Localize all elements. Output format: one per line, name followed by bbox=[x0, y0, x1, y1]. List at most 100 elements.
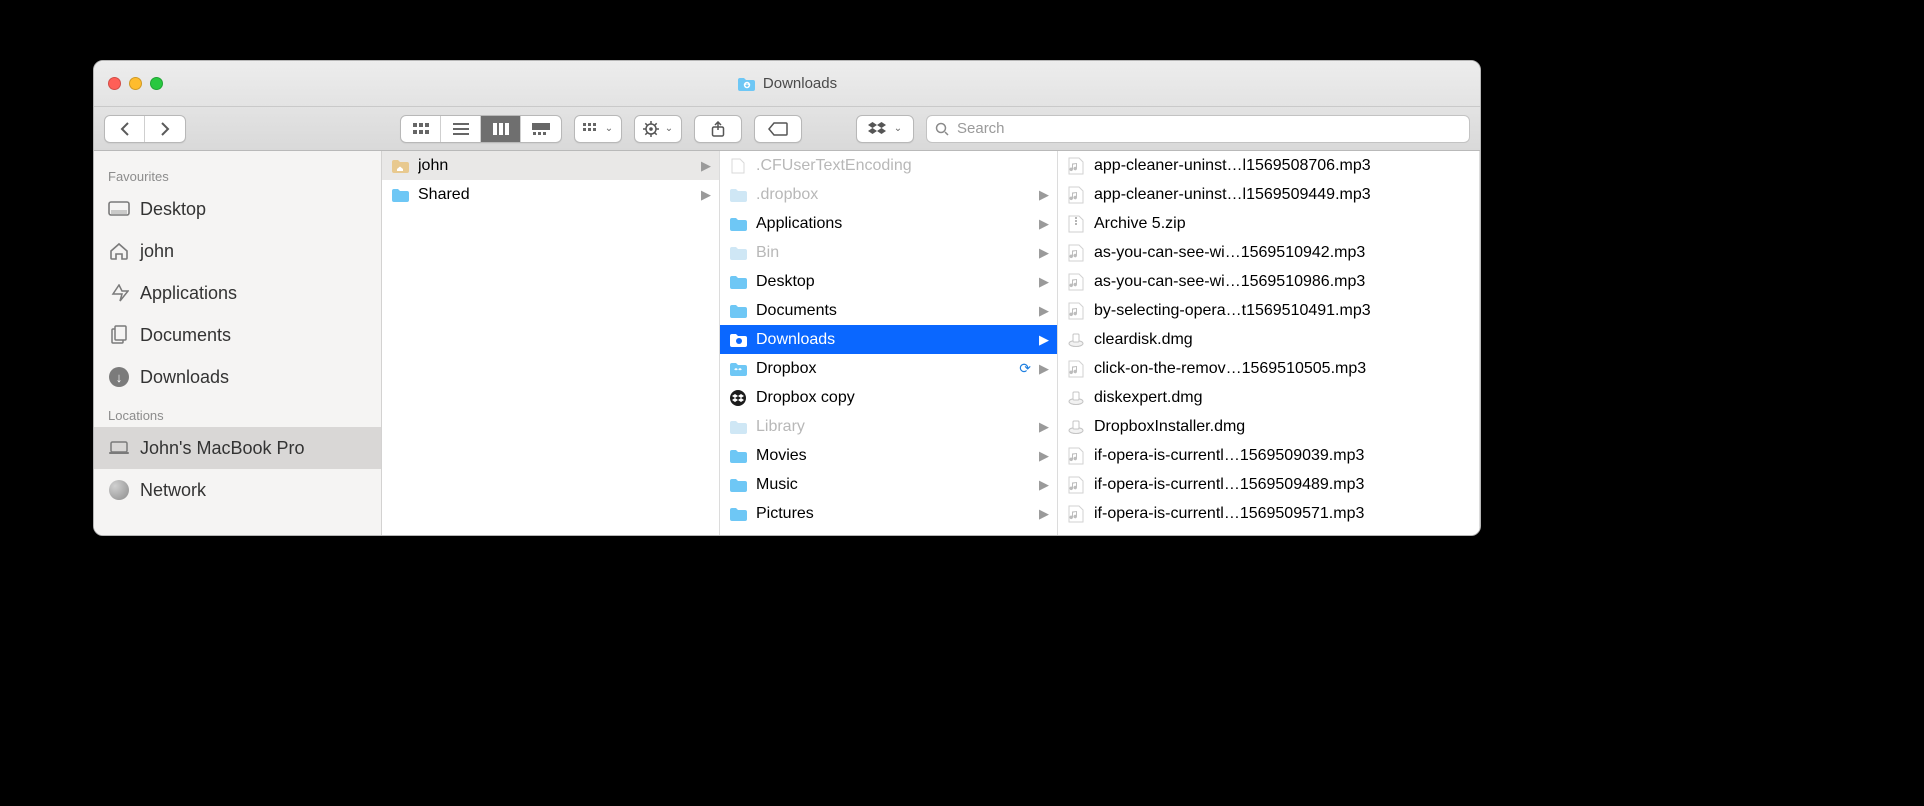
file-dim-icon bbox=[728, 158, 748, 174]
back-button[interactable] bbox=[105, 116, 145, 142]
list-item[interactable]: Archive 5.zip bbox=[1058, 209, 1479, 238]
row-label: Documents bbox=[756, 302, 1031, 320]
list-item[interactable]: DropboxInstaller.dmg bbox=[1058, 412, 1479, 441]
chevron-right-icon: ▶ bbox=[1039, 332, 1049, 348]
view-mode-buttons bbox=[400, 115, 562, 143]
sync-icon: ⟳ bbox=[1019, 360, 1031, 377]
folder-icon bbox=[390, 188, 410, 202]
row-label: app-cleaner-uninst…l1569508706.mp3 bbox=[1094, 157, 1471, 175]
list-item[interactable]: if-opera-is-currentl…1569509039.mp3 bbox=[1058, 441, 1479, 470]
laptop-icon bbox=[108, 441, 130, 455]
sidebar-item-john[interactable]: john bbox=[94, 230, 381, 272]
sidebar-item-macbook[interactable]: John's MacBook Pro bbox=[94, 427, 381, 469]
list-item[interactable]: Documents▶ bbox=[720, 296, 1057, 325]
list-item[interactable]: app-cleaner-uninst…l1569509449.mp3 bbox=[1058, 180, 1479, 209]
list-item[interactable]: if-opera-is-currentl…1569509489.mp3 bbox=[1058, 470, 1479, 499]
list-item[interactable]: Applications ▶ bbox=[720, 209, 1057, 238]
applications-icon bbox=[108, 284, 130, 302]
column-0: john ▶ Shared ▶ bbox=[382, 151, 720, 535]
chevron-right-icon: ▶ bbox=[701, 158, 711, 174]
network-icon bbox=[108, 480, 130, 500]
dropbox-icon bbox=[868, 122, 886, 136]
tags-button[interactable] bbox=[754, 115, 802, 143]
search-input[interactable] bbox=[957, 120, 1461, 137]
row-label: if-opera-is-currentl…1569509489.mp3 bbox=[1094, 476, 1471, 494]
titlebar: Downloads bbox=[94, 61, 1480, 107]
view-list-button[interactable] bbox=[441, 116, 481, 142]
row-shared[interactable]: Shared ▶ bbox=[382, 180, 719, 209]
row-label: Downloads bbox=[756, 331, 1031, 349]
list-item[interactable]: if-opera-is-currentl…1569509571.mp3 bbox=[1058, 499, 1479, 528]
zip-icon bbox=[1066, 215, 1086, 233]
row-label: Movies bbox=[756, 447, 1031, 465]
share-button[interactable] bbox=[694, 115, 742, 143]
sidebar-item-downloads[interactable]: ↓ Downloads bbox=[94, 356, 381, 398]
view-column-button[interactable] bbox=[481, 116, 521, 142]
list-item[interactable]: Library▶ bbox=[720, 412, 1057, 441]
chevron-right-icon: ▶ bbox=[1039, 477, 1049, 493]
list-item[interactable]: app-cleaner-uninst…l1569508706.mp3 bbox=[1058, 151, 1479, 180]
row-label: DropboxInstaller.dmg bbox=[1094, 418, 1471, 436]
view-gallery-button[interactable] bbox=[521, 116, 561, 142]
chevron-right-icon: ▶ bbox=[1039, 419, 1049, 435]
row-john[interactable]: john ▶ bbox=[382, 151, 719, 180]
list-item[interactable]: Pictures▶ bbox=[720, 499, 1057, 528]
sidebar-item-label: John's MacBook Pro bbox=[140, 438, 305, 459]
folder-dim-icon bbox=[728, 420, 748, 434]
minimize-button[interactable] bbox=[129, 77, 142, 90]
chevron-right-icon: ▶ bbox=[1039, 274, 1049, 290]
sidebar-item-label: Network bbox=[140, 480, 206, 501]
chevron-down-icon: ⌄ bbox=[665, 123, 673, 134]
home-icon bbox=[108, 242, 130, 260]
sidebar-header-locations: Locations bbox=[94, 398, 381, 427]
row-label: Applications bbox=[756, 215, 1031, 233]
row-label: Dropbox copy bbox=[756, 389, 1049, 407]
dmg-icon bbox=[1066, 390, 1086, 406]
traffic-lights bbox=[108, 77, 163, 90]
downloads-icon: ↓ bbox=[108, 367, 130, 387]
list-item[interactable]: as-you-can-see-wi…1569510942.mp3 bbox=[1058, 238, 1479, 267]
folder-dim-icon bbox=[728, 188, 748, 202]
sidebar-item-documents[interactable]: Documents bbox=[94, 314, 381, 356]
list-item[interactable]: click-on-the-remov…1569510505.mp3 bbox=[1058, 354, 1479, 383]
list-item[interactable]: Movies▶ bbox=[720, 441, 1057, 470]
folder-dim-icon bbox=[728, 246, 748, 260]
sidebar: Favourites Desktop john Applications bbox=[94, 151, 382, 535]
audio-icon bbox=[1066, 302, 1086, 320]
list-item[interactable]: .CFUserTextEncoding bbox=[720, 151, 1057, 180]
list-item[interactable]: Bin▶ bbox=[720, 238, 1057, 267]
sidebar-item-desktop[interactable]: Desktop bbox=[94, 188, 381, 230]
list-item[interactable]: diskexpert.dmg bbox=[1058, 383, 1479, 412]
chevron-down-icon: ⌄ bbox=[605, 123, 613, 134]
row-label: Desktop bbox=[756, 273, 1031, 291]
search-field[interactable] bbox=[926, 115, 1470, 143]
dropbox-toolbar-button[interactable]: ⌄ bbox=[856, 115, 914, 143]
sidebar-item-network[interactable]: Network bbox=[94, 469, 381, 511]
zoom-button[interactable] bbox=[150, 77, 163, 90]
row-label: .dropbox bbox=[756, 186, 1031, 204]
sidebar-item-applications[interactable]: Applications bbox=[94, 272, 381, 314]
list-item[interactable]: .dropbox▶ bbox=[720, 180, 1057, 209]
close-button[interactable] bbox=[108, 77, 121, 90]
list-item[interactable]: Dropbox copy bbox=[720, 383, 1057, 412]
row-label: diskexpert.dmg bbox=[1094, 389, 1471, 407]
audio-icon bbox=[1066, 505, 1086, 523]
list-item[interactable]: Music▶ bbox=[720, 470, 1057, 499]
audio-icon bbox=[1066, 476, 1086, 494]
action-button[interactable]: ⌄ bbox=[634, 115, 682, 143]
list-item[interactable]: Dropbox⟳▶ bbox=[720, 354, 1057, 383]
view-icon-button[interactable] bbox=[401, 116, 441, 142]
sidebar-header-favourites: Favourites bbox=[94, 159, 381, 188]
window-title-text: Downloads bbox=[763, 75, 837, 92]
row-label: Archive 5.zip bbox=[1094, 215, 1471, 233]
chevron-right-icon: ▶ bbox=[1039, 216, 1049, 232]
list-item[interactable]: as-you-can-see-wi…1569510986.mp3 bbox=[1058, 267, 1479, 296]
audio-icon bbox=[1066, 244, 1086, 262]
arrange-button[interactable]: ⌄ bbox=[574, 115, 622, 143]
list-item[interactable]: Desktop ▶ bbox=[720, 267, 1057, 296]
folder-icon bbox=[728, 507, 748, 521]
list-item[interactable]: Downloads ▶ bbox=[720, 325, 1057, 354]
list-item[interactable]: by-selecting-opera…t1569510491.mp3 bbox=[1058, 296, 1479, 325]
list-item[interactable]: cleardisk.dmg bbox=[1058, 325, 1479, 354]
forward-button[interactable] bbox=[145, 116, 185, 142]
